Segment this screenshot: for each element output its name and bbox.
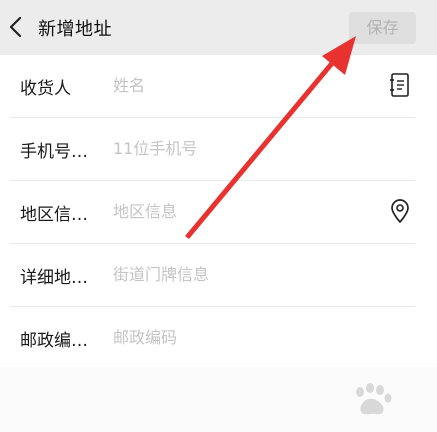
- phone-input[interactable]: [113, 135, 373, 161]
- phone-label: 手机号…: [20, 142, 88, 162]
- form-row-street: 详细地…: [10, 244, 415, 307]
- add-address-page: 新增地址 保存 收货人 手机号… 地区信…: [0, 0, 437, 432]
- postcode-input[interactable]: [113, 324, 373, 350]
- page-title: 新增地址: [38, 19, 112, 40]
- form-row-postcode: 邮政编…: [10, 307, 415, 370]
- region-input[interactable]: [113, 198, 373, 224]
- baidu-watermark: [330, 378, 430, 426]
- form-row-recipient: 收货人: [10, 55, 415, 118]
- location-pin-icon: [391, 199, 409, 223]
- baidu-paw-logo-icon: [356, 383, 392, 415]
- region-label: 地区信…: [20, 205, 88, 225]
- save-button[interactable]: 保存: [349, 12, 416, 44]
- street-label: 详细地…: [20, 268, 88, 288]
- contact-book-icon: [390, 73, 409, 97]
- back-button[interactable]: [4, 14, 28, 40]
- street-input[interactable]: [113, 261, 373, 287]
- contact-book-button[interactable]: [387, 71, 413, 99]
- form-row-region: 地区信…: [10, 181, 415, 244]
- recipient-name-input[interactable]: [113, 72, 373, 98]
- postcode-label: 邮政编…: [20, 331, 88, 351]
- form-row-phone: 手机号…: [10, 118, 415, 181]
- locate-button[interactable]: [387, 197, 413, 225]
- top-bar: 新增地址 保存: [0, 0, 437, 55]
- recipient-label: 收货人: [20, 79, 71, 99]
- chevron-left-icon: [9, 16, 22, 38]
- address-form: 收货人 手机号… 地区信…: [0, 55, 437, 370]
